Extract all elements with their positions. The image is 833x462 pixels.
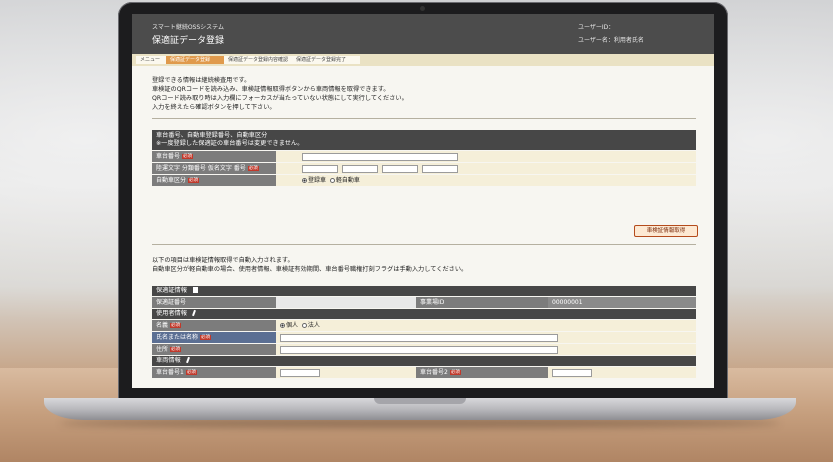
required-badge: 必須 — [449, 370, 461, 375]
vehicle-category-label: 自動車区分 必須 — [152, 175, 276, 186]
car-row-1b-cell — [548, 367, 696, 378]
note-line: 以下の項目は車検証情報取得で自動入力されます。 — [152, 257, 294, 264]
required-badge: 必須 — [182, 154, 194, 159]
pencil-icon — [191, 309, 196, 317]
car-row-1b-label: 車台番号2 必須 — [416, 367, 548, 378]
car-row-1-input[interactable] — [280, 368, 320, 377]
chassis-number-input[interactable] — [302, 152, 458, 161]
plate-number-cell — [276, 163, 696, 174]
radio-label: 個人 — [286, 322, 299, 329]
radio-individual[interactable] — [280, 323, 285, 328]
plate-number-label: 陸運文字 分類番号 仮名文字 番号 必須 — [152, 163, 276, 174]
owner-name-label: 氏名または名称 必須 — [152, 332, 276, 343]
vehicle-section-title: 車台番号、自動車登録番号、自動車区分 — [156, 132, 268, 139]
car-row-1b-input[interactable] — [552, 368, 592, 377]
office-id-label: 事業場ID — [416, 297, 548, 308]
user-name-label: ユーザー名：利用者氏名 — [578, 37, 644, 44]
breadcrumb-menu[interactable]: メニュー — [136, 56, 170, 64]
user-section-header: 使用者情報 — [152, 309, 696, 319]
chassis-number-label: 車台番号 必須 — [152, 151, 276, 162]
cert-number-value — [276, 297, 416, 308]
laptop-lid: スマート継続OSSシステム 保適証データ登録 ユーザーID： ユーザー名：利用者… — [118, 2, 728, 400]
plate-number-row: 陸運文字 分類番号 仮名文字 番号 必須 — [152, 163, 696, 174]
breadcrumb-step-complete: 保適証データ登録完了 — [292, 56, 360, 64]
owner-name-cell — [276, 332, 696, 343]
fetch-vehicle-info-button[interactable]: 車検証情報取得 — [634, 225, 698, 237]
radio-corporation[interactable] — [301, 323, 307, 328]
document-icon — [192, 287, 198, 293]
user-id-label: ユーザーID： — [578, 24, 615, 31]
vehicle-category-row: 自動車区分 必須 登録車 軽自動車 — [152, 175, 696, 186]
auto-fill-note: 以下の項目は車検証情報取得で自動入力されます。 自動車区分が軽自動車の場合、使用… — [152, 256, 467, 274]
radio-label: 軽自動車 — [335, 177, 360, 184]
office-id-value: 00000001 — [548, 297, 696, 308]
vehicle-category-cell: 登録車 軽自動車 — [276, 175, 696, 186]
instruction-line: 車検証のQRコードを読み込み、車検証情報取得ボタンから車両情報を取得できます。 — [152, 86, 390, 93]
required-badge: 必須 — [170, 347, 182, 352]
breadcrumb-step-register: 保適証データ登録 — [166, 56, 228, 64]
page-title: 保適証データ登録 — [152, 36, 225, 46]
address-row: 住所 必須 — [152, 344, 696, 355]
car-row-1: 車台番号1 必須 車台番号2 必須 — [152, 367, 696, 378]
vehicle-section-note: ※一度登録した保適証の車台番号は変更できません。 — [156, 140, 304, 147]
pencil-icon — [185, 356, 190, 364]
car-row-1-label: 車台番号1 必須 — [152, 367, 276, 378]
owner-type-radios: 個人 法人 — [280, 320, 320, 331]
required-badge: 必須 — [188, 178, 200, 183]
laptop-hinge-notch — [374, 398, 466, 404]
address-cell — [276, 344, 696, 355]
radio-label: 登録車 — [308, 177, 327, 184]
webcam-icon — [420, 6, 425, 11]
plate-kana-input[interactable] — [382, 164, 418, 173]
required-badge: 必須 — [170, 323, 182, 328]
chassis-number-cell — [276, 151, 696, 162]
breadcrumb: メニュー 保適証データ登録 保適証データ登録内容確認 保適証データ登録完了 — [132, 54, 714, 66]
required-badge: 必須 — [200, 335, 212, 340]
cert-number-row: 保適証番号 事業場ID 00000001 — [152, 297, 696, 308]
instruction-line: QRコード読み取り時は入力欄にフォーカスが当たっていない状態にして実行してくださ… — [152, 95, 408, 102]
cert-section-title: 保適証情報 — [156, 287, 187, 294]
address-input[interactable] — [280, 345, 558, 354]
radio-label: 法人 — [307, 322, 320, 329]
owner-name-input[interactable] — [280, 333, 558, 342]
chassis-number-row: 車台番号 必須 — [152, 151, 696, 162]
vehicle-category-radios: 登録車 軽自動車 — [302, 175, 360, 186]
system-name: スマート継続OSSシステム — [152, 24, 224, 31]
owner-type-cell: 個人 法人 — [276, 320, 696, 331]
car-section-header: 車両情報 — [152, 356, 696, 366]
cert-section-header: 保適証情報 — [152, 286, 696, 296]
instruction-line: 入力を終えたら確認ボタンを押して下さい。 — [152, 104, 276, 111]
laptop-base — [44, 398, 796, 420]
required-badge: 必須 — [185, 370, 197, 375]
car-row-1-cell — [276, 367, 416, 378]
instructions: 登録できる情報は継続検査用です。 車検証のQRコードを読み込み、車検証情報取得ボ… — [152, 76, 408, 112]
address-label: 住所 必須 — [152, 344, 276, 355]
app-header: スマート継続OSSシステム 保適証データ登録 ユーザーID： ユーザー名：利用者… — [132, 14, 714, 54]
instruction-line: 登録できる情報は継続検査用です。 — [152, 77, 251, 84]
required-badge: 必須 — [247, 166, 259, 171]
user-section-title: 使用者情報 — [156, 310, 187, 317]
radio-registered-car[interactable] — [302, 178, 307, 183]
plate-region-input[interactable] — [302, 164, 338, 173]
plate-number-input[interactable] — [422, 164, 458, 173]
car-section-title: 車両情報 — [156, 357, 181, 364]
owner-type-row: 名義 必須 個人 法人 — [152, 320, 696, 331]
divider — [152, 244, 696, 245]
plate-class-input[interactable] — [342, 164, 378, 173]
divider — [152, 118, 696, 119]
vehicle-section-header: 車台番号、自動車登録番号、自動車区分 ※一度登録した保適証の車台番号は変更できま… — [152, 130, 696, 150]
note-line: 自動車区分が軽自動車の場合、使用者情報、車検証有効期間、車台番号職権打刻フラグは… — [152, 266, 468, 273]
laptop-screen: スマート継続OSSシステム 保適証データ登録 ユーザーID： ユーザー名：利用者… — [132, 14, 714, 388]
cert-number-label: 保適証番号 — [152, 297, 276, 308]
owner-type-label: 名義 必須 — [152, 320, 276, 331]
radio-kei-car[interactable] — [329, 178, 335, 183]
owner-name-row: 氏名または名称 必須 — [152, 332, 696, 343]
breadcrumb-step-confirm: 保適証データ登録内容確認 — [224, 56, 296, 64]
